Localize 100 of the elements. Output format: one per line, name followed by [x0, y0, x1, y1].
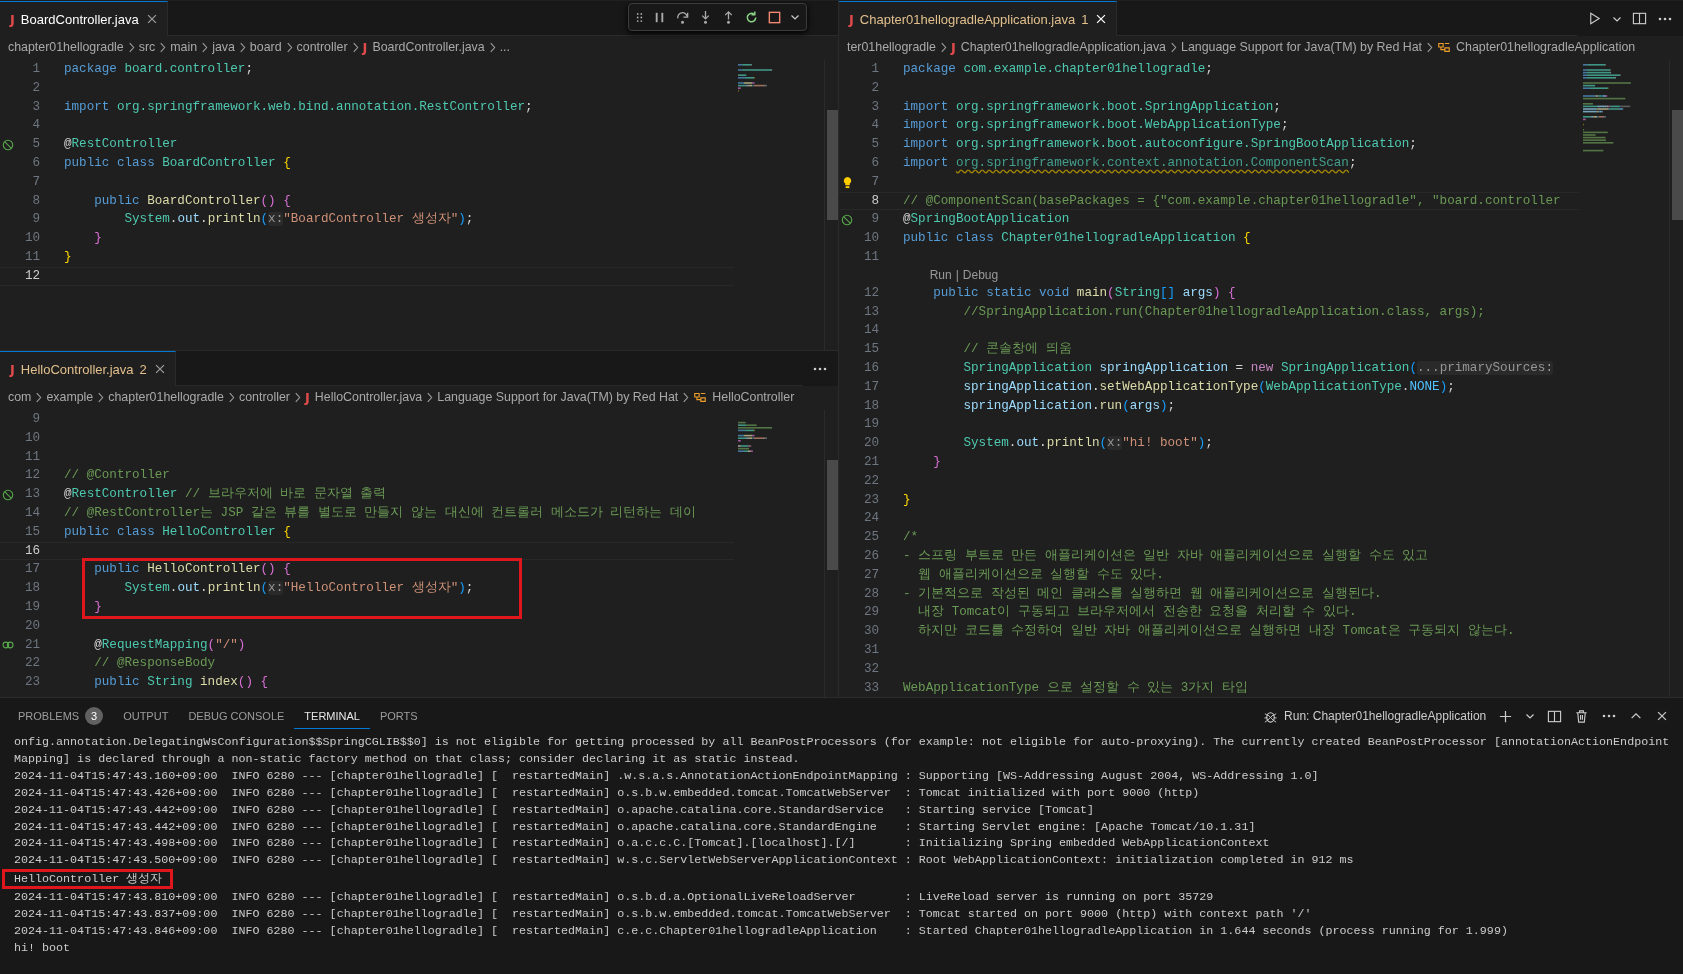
code-line: } [64, 248, 72, 266]
code-line: System.out.println(x:"BoardController 생성자"); [123, 211, 474, 229]
panel-tab[interactable]: DEBUG CONSOLE [178, 703, 295, 729]
line-number: 23 [862, 491, 879, 509]
line-number: 16 [862, 359, 879, 377]
terminal-selector[interactable]: Run: Chapter01hellogradleApplication [1263, 708, 1487, 724]
editor-tab[interactable]: J HelloController.java 2 [0, 351, 176, 386]
code-line: } [93, 230, 102, 248]
terminal-line: hi! boot [14, 940, 71, 955]
line-number: 4 [870, 117, 879, 135]
breadcrumb-item[interactable]: Chapter01hellogradleApplication [1456, 40, 1636, 54]
code-line: - 기본적으로 작성된 메인 클래스를 실행하면 웹 애플리케이션으로 실행된다. [903, 585, 1382, 603]
code-line: import org.springframework.boot.autoconfigure.SpringBootApplication; [903, 136, 1417, 154]
code-line: import org.springframework.context.annotation.ComponentScan; [903, 155, 1357, 172]
code-line: - 스프링 부트로 만든 애플리케이션은 일반 자바 애플리케이션으로 실행할 수도 있고 [903, 547, 1429, 565]
split-terminal-icon[interactable] [1547, 708, 1563, 724]
line-number: 8 [31, 192, 40, 210]
line-number: 33 [862, 679, 879, 697]
line-number: 31 [862, 641, 879, 659]
panel-tab[interactable]: PORTS [369, 703, 428, 729]
terminal-line: 2024-11-04T15:47:43.837+09:00 INFO 6280 --- [chapter01hellogradle] [ restartedMain] o.s.b.w.embedded.tomcat.TomcatWebServer : Tomcat started on port 9000 (http) with context path '/' [14, 907, 1312, 922]
code-line: System.out.println(x:"hi! boot"); [962, 435, 1213, 453]
breadcrumb-item[interactable]: ter01hellogradle [847, 40, 936, 54]
chevron-icon [488, 41, 496, 53]
chevron-icon [159, 41, 167, 53]
line-number: 11 [862, 248, 879, 266]
breadcrumb-item[interactable]: J HelloController.java [304, 389, 423, 405]
terminal-line: Mapping] is declared through a non-static factory method on that class; consider declaring it as static instead. [14, 751, 800, 766]
code-line: } [93, 598, 102, 616]
line-number: 8 [870, 192, 879, 210]
line-number: 1 [870, 61, 879, 78]
scrollbar-thumb[interactable] [827, 460, 838, 570]
breadcrumb-item[interactable]: controller [239, 390, 290, 404]
caret-icon[interactable] [790, 12, 800, 22]
line-number: 9 [31, 211, 40, 229]
line-number: 9 [31, 411, 40, 428]
line-number: 10 [23, 230, 40, 248]
plus-icon[interactable] [1498, 708, 1514, 724]
line-number: 12 [23, 467, 40, 485]
scrollbar-thumb[interactable] [1672, 110, 1683, 220]
line-number: 18 [862, 397, 879, 415]
caret-icon[interactable] [1525, 711, 1536, 721]
chevron-icon [201, 41, 209, 53]
trash-icon[interactable] [1574, 708, 1590, 724]
run-link[interactable]: Run [929, 266, 952, 284]
code-line: import org.springframework.boot.WebApplicationType; [903, 117, 1289, 135]
stop-icon[interactable] [767, 9, 782, 25]
line-number: 17 [862, 378, 879, 396]
chevron-icon [293, 391, 301, 403]
step-over-icon[interactable] [675, 9, 690, 25]
breadcrumb-item[interactable]: chapter01hellogradle [108, 390, 224, 404]
chevron-icon [682, 391, 690, 403]
class-icon [1437, 40, 1452, 54]
chevron-icon [426, 391, 434, 403]
debug-link[interactable]: Debug [962, 266, 999, 284]
split-editor-icon[interactable] [1632, 11, 1647, 26]
editor-tab[interactable]: J Chapter01hellogradleApplication.java 1 [839, 1, 1118, 36]
code-line: springApplication.run(args); [962, 397, 1176, 415]
breadcrumb-item[interactable]: java [212, 40, 235, 54]
line-number: 30 [862, 623, 879, 641]
terminal-line: 2024-11-04T15:47:43.810+09:00 INFO 6280 --- [chapter01hellogradle] [ restartedMain] o.s.b.d.a.OptionalLiveReloadServer : LiveReload server is running on port 35729 [14, 890, 1214, 905]
panel-tab[interactable]: TERMINAL [294, 703, 370, 729]
breadcrumb-item[interactable]: board [249, 40, 282, 54]
scrollbar-thumb[interactable] [827, 110, 838, 220]
line-number: 20 [862, 435, 879, 453]
terminal-line: 2024-11-04T15:47:43.426+09:00 INFO 6280 --- [chapter01hellogradle] [ restartedMain] o.s.b.w.embedded.tomcat.TomcatWebServer : Tomcat initialized with port 9000 (http) [14, 785, 1200, 800]
terminal-line: 2024-11-04T15:47:43.442+09:00 INFO 6280 --- [chapter01hellogradle] [ restartedMain] o.apache.catalina.core.StandardEngine : Starting Servlet engine: [Apache Tomcat/10.1.31] [14, 819, 1256, 834]
breadcrumb-item[interactable]: Language Support for Java(TM) by Red Hat [437, 390, 679, 404]
editor-tab[interactable]: J BoardController.java [0, 1, 168, 36]
line-number: 7 [31, 173, 40, 191]
breadcrumb-item[interactable]: src [138, 40, 156, 54]
line-number: 1 [31, 61, 40, 78]
line-number: 22 [23, 655, 40, 673]
breadcrumb-item[interactable]: J BoardController.java [362, 39, 485, 55]
breadcrumb-item[interactable]: Language Support for Java(TM) by Red Hat [1181, 40, 1423, 54]
line-number: 13 [23, 486, 40, 504]
code-line: 하지만 코드를 수정하여 일반 자바 애플리케이션으로 실행하면 내장 Tomcat은 구동되지 않는다. [917, 623, 1515, 641]
breadcrumb-item[interactable]: main [170, 40, 198, 54]
panel-tab[interactable]: OUTPUT [113, 703, 179, 729]
run-icon[interactable] [1587, 11, 1602, 26]
breadcrumb-item[interactable]: com [8, 390, 32, 404]
breadcrumb-item[interactable]: HelloController [712, 390, 795, 404]
breadcrumb-item[interactable]: example [46, 390, 94, 404]
chevron-icon [228, 391, 235, 403]
line-number: 29 [862, 604, 879, 622]
code-line: import org.springframework.boot.SpringApplication; [903, 98, 1281, 116]
restart-icon[interactable] [744, 9, 759, 25]
line-number: 5 [870, 136, 879, 154]
code-line: public class Chapter01hellogradleApplication { [903, 230, 1251, 248]
code-line: // 콘솔창에 띄움 [962, 341, 1072, 359]
breadcrumb-item[interactable]: J Chapter01hellogradleApplication.java [950, 39, 1166, 55]
breadcrumb-item[interactable]: chapter01hellogradle [8, 40, 124, 54]
line-number: 2 [870, 79, 879, 97]
panel-tab[interactable]: PROBLEMS 3 [8, 703, 114, 729]
chevron-icon [351, 41, 359, 53]
breadcrumb-item[interactable]: ... [499, 40, 510, 54]
breadcrumb-item[interactable]: controller [296, 40, 348, 54]
line-number: 11 [23, 448, 40, 466]
grip-icon[interactable] [635, 10, 644, 24]
line-number: 16 [23, 542, 40, 560]
